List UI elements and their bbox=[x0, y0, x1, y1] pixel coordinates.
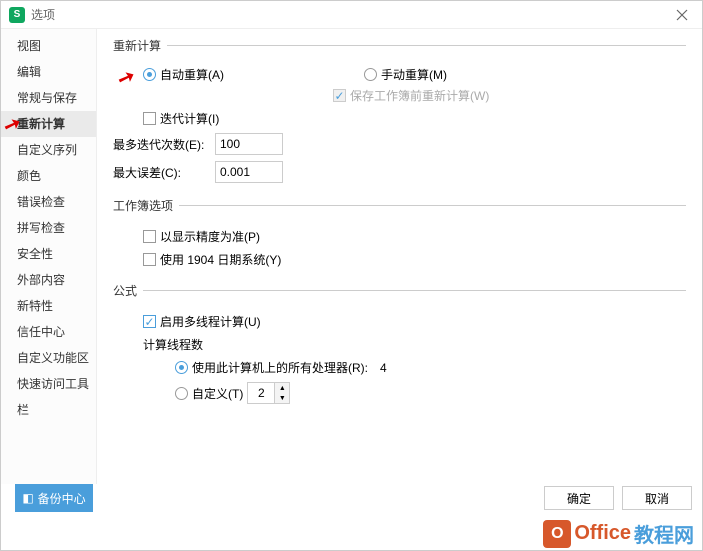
sidebar-item-error-check[interactable]: 错误检查 bbox=[1, 189, 96, 215]
radio-custom-threads[interactable]: 自定义(T) ▲ ▼ bbox=[175, 382, 686, 404]
sidebar-item-label: 错误检查 bbox=[17, 195, 65, 209]
checkbox-icon bbox=[143, 230, 156, 243]
radio-label: 使用此计算机上的所有处理器(R): bbox=[192, 359, 368, 376]
sidebar-item-edit[interactable]: 编辑 bbox=[1, 59, 96, 85]
radio-icon bbox=[143, 68, 156, 81]
checkbox-multithread[interactable]: ✓ 启用多线程计算(U) bbox=[143, 313, 686, 330]
sidebar-item-label: 颜色 bbox=[17, 169, 41, 183]
watermark-text: 教程网 bbox=[634, 519, 694, 548]
title-bar: S 选项 bbox=[1, 1, 702, 29]
sidebar-item-label: 快速访问工具栏 bbox=[17, 377, 89, 417]
radio-all-processors[interactable]: 使用此计算机上的所有处理器(R): 4 bbox=[175, 359, 686, 376]
max-iter-label: 最多迭代次数(E): bbox=[113, 136, 209, 153]
sidebar-item-spell-check[interactable]: 拼写检查 bbox=[1, 215, 96, 241]
radio-icon bbox=[364, 68, 377, 81]
checkbox-label: 启用多线程计算(U) bbox=[160, 313, 261, 330]
sidebar-item-label: 信任中心 bbox=[17, 325, 65, 339]
sidebar-item-general[interactable]: 常规与保存 bbox=[1, 85, 96, 111]
max-iter-input[interactable] bbox=[215, 133, 283, 155]
watermark: O Office教程网 bbox=[543, 519, 694, 548]
radio-label: 手动重算(M) bbox=[381, 66, 447, 83]
main-panel: 重新计算 自动重算(A) 手动重算(M) ✓ 保存工作簿前重新计算(W) 迭代计… bbox=[97, 29, 702, 484]
sidebar-item-label: 拼写检查 bbox=[17, 221, 65, 235]
checkbox-precision[interactable]: 以显示精度为准(P) bbox=[143, 228, 686, 245]
watermark-text: Office bbox=[574, 522, 631, 545]
sidebar-item-features[interactable]: 新特性 bbox=[1, 293, 96, 319]
max-change-input[interactable] bbox=[215, 161, 283, 183]
threads-label: 计算线程数 bbox=[143, 336, 686, 353]
radio-label: 自动重算(A) bbox=[160, 66, 224, 83]
group-title: 工作簿选项 bbox=[113, 197, 179, 214]
sidebar-item-label: 编辑 bbox=[17, 65, 41, 79]
group-formula: 公式 ✓ 启用多线程计算(U) 计算线程数 使用此计算机上的所有处理器(R): … bbox=[113, 282, 686, 410]
backup-icon: ◧ bbox=[22, 491, 33, 505]
group-recalc: 重新计算 自动重算(A) 手动重算(M) ✓ 保存工作簿前重新计算(W) 迭代计… bbox=[113, 37, 686, 189]
checkbox-label: 迭代计算(I) bbox=[160, 110, 219, 127]
ok-button[interactable]: 确定 bbox=[544, 486, 614, 510]
checkbox-icon: ✓ bbox=[143, 315, 156, 328]
close-button[interactable] bbox=[670, 3, 694, 27]
sidebar-item-label: 自定义序列 bbox=[17, 143, 77, 157]
group-workbook: 工作簿选项 以显示精度为准(P) 使用 1904 日期系统(Y) bbox=[113, 197, 686, 274]
checkbox-label: 以显示精度为准(P) bbox=[160, 228, 260, 245]
app-icon: S bbox=[9, 7, 25, 23]
group-title: 重新计算 bbox=[113, 37, 167, 54]
sidebar-item-label: 常规与保存 bbox=[17, 91, 77, 105]
checkbox-icon bbox=[143, 253, 156, 266]
custom-threads-input[interactable] bbox=[247, 382, 275, 404]
window-title: 选项 bbox=[31, 6, 55, 23]
sidebar-item-ribbon[interactable]: 自定义功能区 bbox=[1, 345, 96, 371]
checkbox-icon bbox=[143, 112, 156, 125]
footer: ◧ 备份中心 确定 取消 bbox=[1, 484, 702, 512]
sidebar-item-security[interactable]: 安全性 bbox=[1, 241, 96, 267]
sidebar-item-label: 重新计算 bbox=[17, 117, 65, 131]
radio-icon bbox=[175, 361, 188, 374]
sidebar-item-external[interactable]: 外部内容 bbox=[1, 267, 96, 293]
checkbox-label: 保存工作簿前重新计算(W) bbox=[350, 87, 489, 104]
sidebar-item-color[interactable]: 颜色 bbox=[1, 163, 96, 189]
spinner-up[interactable]: ▲ bbox=[275, 383, 289, 393]
processor-count: 4 bbox=[380, 361, 387, 375]
checkbox-label: 使用 1904 日期系统(Y) bbox=[160, 251, 281, 268]
radio-icon bbox=[175, 387, 188, 400]
checkbox-save-before-recalc: ✓ 保存工作簿前重新计算(W) bbox=[333, 87, 686, 104]
checkbox-icon: ✓ bbox=[333, 89, 346, 102]
sidebar: 视图 编辑 常规与保存 重新计算 自定义序列 颜色 错误检查 拼写检查 安全性 … bbox=[1, 29, 97, 484]
backup-label: 备份中心 bbox=[38, 490, 86, 507]
sidebar-item-label: 视图 bbox=[17, 39, 41, 53]
radio-auto-recalc[interactable]: 自动重算(A) bbox=[143, 66, 224, 83]
spinner-down[interactable]: ▼ bbox=[275, 393, 289, 403]
watermark-icon: O bbox=[543, 520, 571, 548]
group-title: 公式 bbox=[113, 282, 143, 299]
sidebar-item-label: 安全性 bbox=[17, 247, 53, 261]
close-icon bbox=[676, 9, 688, 21]
sidebar-item-view[interactable]: 视图 bbox=[1, 33, 96, 59]
radio-label: 自定义(T) bbox=[192, 385, 243, 402]
backup-center-button[interactable]: ◧ 备份中心 bbox=[15, 484, 93, 512]
cancel-button[interactable]: 取消 bbox=[622, 486, 692, 510]
custom-threads-spinner[interactable]: ▲ ▼ bbox=[247, 382, 290, 404]
checkbox-iterate[interactable]: 迭代计算(I) bbox=[143, 110, 686, 127]
sidebar-item-qat[interactable]: 快速访问工具栏 bbox=[1, 371, 96, 397]
max-change-label: 最大误差(C): bbox=[113, 164, 209, 181]
sidebar-item-label: 外部内容 bbox=[17, 273, 65, 287]
sidebar-item-custom-list[interactable]: 自定义序列 bbox=[1, 137, 96, 163]
checkbox-date1904[interactable]: 使用 1904 日期系统(Y) bbox=[143, 251, 686, 268]
sidebar-item-trust[interactable]: 信任中心 bbox=[1, 319, 96, 345]
sidebar-item-label: 自定义功能区 bbox=[17, 351, 89, 365]
sidebar-item-label: 新特性 bbox=[17, 299, 53, 313]
radio-manual-recalc[interactable]: 手动重算(M) bbox=[364, 66, 447, 83]
